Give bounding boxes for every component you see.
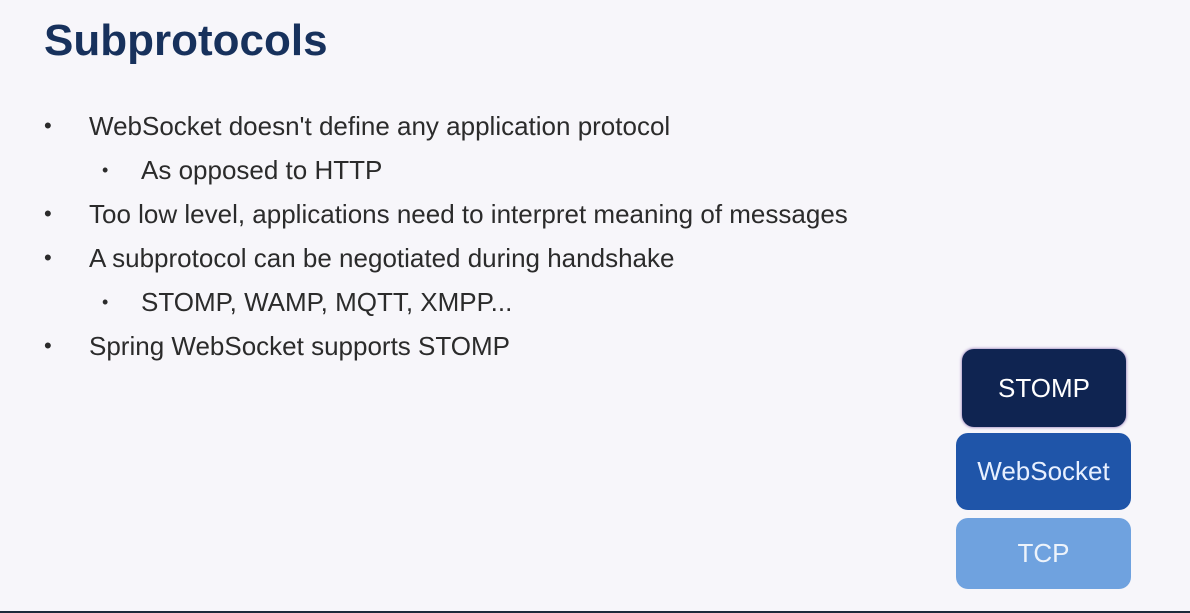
bullet-item: • Spring WebSocket supports STOMP: [0, 328, 960, 372]
sub-bullet-item: • As opposed to HTTP: [0, 152, 960, 196]
bullet-text: Too low level, applications need to inte…: [89, 199, 848, 229]
slide-title: Subprotocols: [44, 16, 328, 65]
bullet-dot: •: [44, 113, 52, 138]
presentation-slide: Subprotocols • WebSocket doesn't define …: [0, 0, 1190, 613]
stack-layer-label: WebSocket: [977, 456, 1110, 486]
bullet-text: Spring WebSocket supports STOMP: [89, 331, 511, 361]
bullet-dot: •: [44, 245, 52, 270]
bullet-item: • WebSocket doesn't define any applicati…: [0, 108, 960, 152]
bullet-item: • A subprotocol can be negotiated during…: [0, 240, 960, 284]
bullet-dot: •: [44, 201, 52, 226]
stack-layer-tcp: TCP: [956, 518, 1131, 589]
stack-layer-websocket: WebSocket: [956, 433, 1131, 510]
stack-layer-label: STOMP: [998, 372, 1090, 403]
bullet-text: WebSocket doesn't define any application…: [89, 111, 671, 141]
bullet-text: A subprotocol can be negotiated during h…: [89, 243, 675, 273]
bullet-text: STOMP, WAMP, MQTT, XMPP...: [141, 287, 513, 317]
stack-layer-label: TCP: [1017, 538, 1070, 568]
bullet-dot: •: [44, 333, 52, 358]
stack-layer-stomp: STOMP: [962, 349, 1126, 427]
bullet-dot: •: [102, 292, 109, 312]
bullet-text: As opposed to HTTP: [141, 155, 383, 185]
bullet-dot: •: [102, 160, 109, 180]
bullet-list: • WebSocket doesn't define any applicati…: [0, 108, 960, 372]
sub-bullet-item: • STOMP, WAMP, MQTT, XMPP...: [0, 284, 960, 328]
bullet-item: • Too low level, applications need to in…: [0, 196, 960, 240]
